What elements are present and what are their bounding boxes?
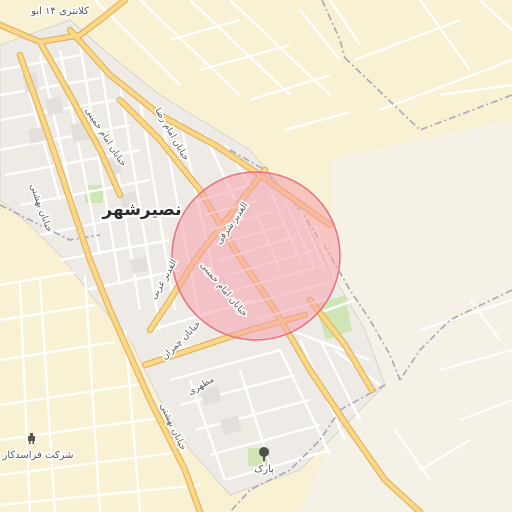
police-station-label[interactable]: کلانتری ۱۴ ابو: [29, 5, 91, 19]
map-view[interactable]: خیابان امام خمینی خیابان امام رضا خیابان…: [0, 0, 512, 512]
city-label[interactable]: نصیرشهر: [99, 198, 183, 222]
park-label[interactable]: پارک: [253, 463, 276, 477]
map-canvas[interactable]: خیابان امام خمینی خیابان امام رضا خیابان…: [0, 0, 512, 512]
search-radius-circle[interactable]: [171, 171, 341, 341]
company-label[interactable]: شرکت فراسدکار: [0, 449, 75, 463]
